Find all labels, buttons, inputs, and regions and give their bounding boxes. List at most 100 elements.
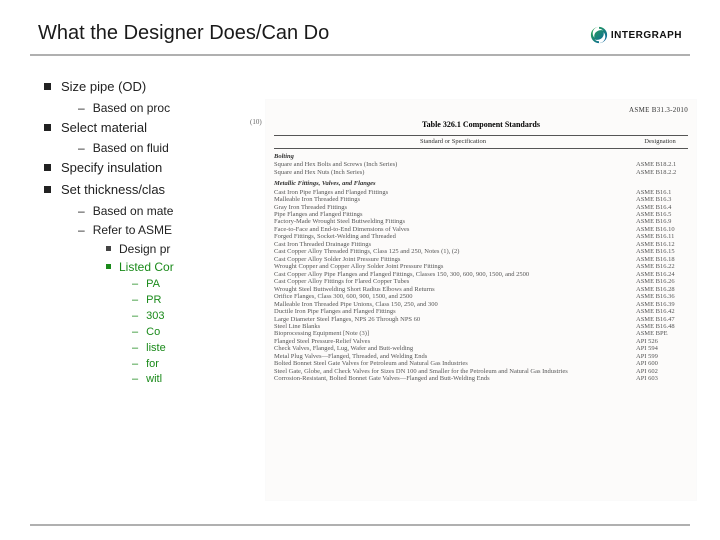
spec-desc: Factory-Made Wrought Steel Buttwelding F…: [274, 218, 632, 225]
spec-row: Ductile Iron Pipe Flanges and Flanged Fi…: [274, 308, 688, 315]
spec-desc: Forged Fittings, Socket-Welding and Thre…: [274, 233, 632, 240]
spec-designation: API 603: [632, 375, 688, 382]
spec-desc: Steel Gate, Globe, and Check Valves for …: [274, 368, 632, 375]
spec-row: Forged Fittings, Socket-Welding and Thre…: [274, 233, 688, 240]
col-standard: Standard or Specification: [274, 138, 632, 145]
sub-bullet-text: Refer to ASME: [93, 222, 172, 238]
spec-designation: ASME B16.12: [632, 241, 688, 248]
bullet-icon: [44, 164, 51, 171]
spec-code: ASME B31.3-2010: [274, 106, 688, 114]
dash-icon: –: [132, 309, 138, 324]
spec-row: Cast Copper Alloy Solder Joint Pressure …: [274, 256, 688, 263]
spec-row: Square and Hex Bolts and Screws (Inch Se…: [274, 161, 688, 168]
spec-designation: ASME B16.4: [632, 204, 688, 211]
spec-row: Malleable Iron Threaded Pipe Unions, Cla…: [274, 301, 688, 308]
spec-desc: Check Valves, Flanged, Lug, Wafer and Bu…: [274, 345, 632, 352]
dash-icon: –: [132, 325, 138, 340]
spec-desc: Cast Copper Alloy Threaded Fittings, Cla…: [274, 248, 632, 255]
spec-row: Square and Hex Nuts (Inch Series)ASME B1…: [274, 169, 688, 176]
sub2-bullet-text: Listed Cor: [119, 259, 174, 275]
spec-designation: ASME B18.2.1: [632, 161, 688, 168]
spec-designation: ASME B16.22: [632, 263, 688, 270]
bullet-text: Select material: [61, 119, 147, 137]
spec-header: Standard or Specification Designation: [274, 135, 688, 148]
spec-desc: Bioprocessing Equipment [Note (3)]: [274, 330, 632, 337]
spec-desc: Bolted Bonnet Steel Gate Valves for Petr…: [274, 360, 632, 367]
spec-row: Check Valves, Flanged, Lug, Wafer and Bu…: [274, 345, 688, 352]
title-rule: [30, 54, 690, 56]
spec-row: Cast Copper Alloy Fittings for Flared Co…: [274, 278, 688, 285]
spec-group: Bolting: [274, 153, 688, 160]
note-marker: (10): [250, 118, 262, 126]
spec-designation: ASME B16.39: [632, 301, 688, 308]
spec-designation: ASME B16.28: [632, 286, 688, 293]
spec-caption: Table 326.1 Component Standards: [274, 120, 688, 129]
dash-icon: –: [132, 372, 138, 387]
sub3-bullet-text: witl: [146, 372, 162, 387]
spec-row: Face-to-Face and End-to-End Dimensions o…: [274, 226, 688, 233]
spec-row: Steel Gate, Globe, and Check Valves for …: [274, 368, 688, 375]
dash-icon: –: [132, 293, 138, 308]
spec-row: Steel Line BlanksASME B16.48: [274, 323, 688, 330]
spec-desc: Malleable Iron Threaded Fittings: [274, 196, 632, 203]
sub-bullet-text: Based on proc: [93, 100, 170, 116]
spec-desc: Ductile Iron Pipe Flanges and Flanged Fi…: [274, 308, 632, 315]
spec-designation: ASME B16.47: [632, 316, 688, 323]
dash-icon: –: [78, 140, 85, 156]
spec-row: Cast Copper Alloy Threaded Fittings, Cla…: [274, 248, 688, 255]
spec-desc: Cast Copper Alloy Solder Joint Pressure …: [274, 256, 632, 263]
sub3-bullet-text: Co: [146, 325, 160, 340]
slide-title: What the Designer Does/Can Do: [38, 22, 682, 45]
spec-desc: Cast Copper Alloy Pipe Flanges and Flang…: [274, 271, 632, 278]
dash-icon: –: [132, 357, 138, 372]
dash-icon: –: [132, 277, 138, 292]
col-designation: Designation: [632, 138, 688, 145]
spec-desc: Cast Iron Threaded Drainage Fittings: [274, 241, 632, 248]
spec-row: Bolted Bonnet Steel Gate Valves for Petr…: [274, 360, 688, 367]
square-icon: [106, 246, 111, 251]
spec-row: Metal Plug Valves—Flanged, Threaded, and…: [274, 353, 688, 360]
spec-body: BoltingSquare and Hex Bolts and Screws (…: [274, 153, 688, 383]
dash-icon: –: [132, 341, 138, 356]
spec-designation: ASME B16.48: [632, 323, 688, 330]
spec-row: Large Diameter Steel Flanges, NPS 26 Thr…: [274, 316, 688, 323]
spec-row: Gray Iron Threaded FittingsASME B16.4: [274, 204, 688, 211]
spec-desc: Wrought Copper and Copper Alloy Solder J…: [274, 263, 632, 270]
sub3-bullet-text: for: [146, 357, 159, 372]
spec-designation: ASME B16.3: [632, 196, 688, 203]
spec-row: Orifice Flanges, Class 300, 600, 900, 15…: [274, 293, 688, 300]
spec-desc: Gray Iron Threaded Fittings: [274, 204, 632, 211]
spec-desc: Wrought Steel Buttwelding Short Radius E…: [274, 286, 632, 293]
sub3-bullet-text: PA: [146, 277, 160, 292]
bullet-text: Set thickness/clas: [61, 181, 165, 199]
spec-designation: API 526: [632, 338, 688, 345]
spec-row: Wrought Copper and Copper Alloy Solder J…: [274, 263, 688, 270]
spec-designation: ASME B16.15: [632, 248, 688, 255]
spec-desc: Face-to-Face and End-to-End Dimensions o…: [274, 226, 632, 233]
sub3-bullet-text: liste: [146, 341, 166, 356]
spec-designation: API 594: [632, 345, 688, 352]
bullet-text: Specify insulation: [61, 159, 162, 177]
spec-designation: API 600: [632, 360, 688, 367]
spec-desc: Square and Hex Nuts (Inch Series): [274, 169, 632, 176]
spec-designation: ASME B16.18: [632, 256, 688, 263]
spec-row: Pipe Flanges and Flanged FittingsASME B1…: [274, 211, 688, 218]
spec-designation: ASME B16.26: [632, 278, 688, 285]
dash-icon: –: [78, 222, 85, 238]
spec-desc: Malleable Iron Threaded Pipe Unions, Cla…: [274, 301, 632, 308]
spec-group: Metallic Fittings, Valves, and Flanges: [274, 180, 688, 187]
dash-icon: –: [78, 203, 85, 219]
spec-desc: Metal Plug Valves—Flanged, Threaded, and…: [274, 353, 632, 360]
square-icon: [106, 264, 111, 269]
spec-designation: ASME B16.42: [632, 308, 688, 315]
spec-desc: Flanged Steel Pressure-Relief Valves: [274, 338, 632, 345]
spec-desc: Pipe Flanges and Flanged Fittings: [274, 211, 632, 218]
spec-desc: Orifice Flanges, Class 300, 600, 900, 15…: [274, 293, 632, 300]
spec-designation: ASME B16.36: [632, 293, 688, 300]
spec-row: Malleable Iron Threaded FittingsASME B16…: [274, 196, 688, 203]
sub-bullet-text: Based on mate: [93, 203, 174, 219]
footer-rule: [30, 524, 690, 526]
spec-row: Cast Copper Alloy Pipe Flanges and Flang…: [274, 271, 688, 278]
brand-name: INTERGRAPH: [611, 30, 682, 41]
spec-table-overlay: (10) ASME B31.3-2010 Table 326.1 Compone…: [266, 100, 696, 500]
